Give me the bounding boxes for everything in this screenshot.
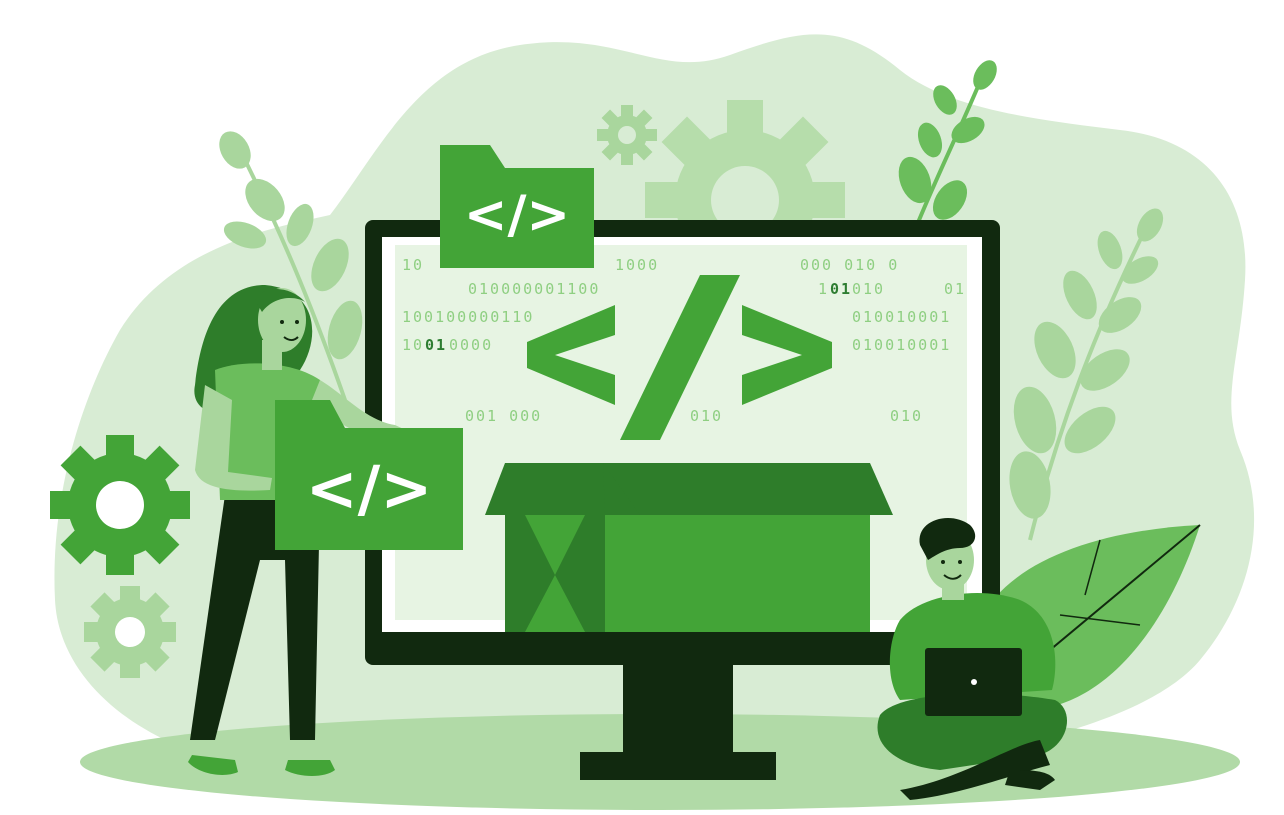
binary-line-highlight: 01 [830, 280, 852, 298]
binary-line: 010 [890, 407, 923, 425]
box-icon [485, 463, 893, 632]
binary-line: 1 [818, 280, 829, 298]
binary-line: 0000 [449, 336, 493, 354]
binary-line: 010000001100 [468, 280, 600, 298]
binary-line-highlight: 01 [425, 336, 447, 354]
binary-line: 010010001 [852, 308, 951, 326]
binary-line: 100100000110 [402, 308, 534, 326]
binary-line: 010 [852, 280, 885, 298]
folder-code-symbol: </> [464, 185, 570, 245]
binary-line: 010010001 [852, 336, 951, 354]
binary-line: 10 [402, 336, 424, 354]
monitor-stand [623, 665, 733, 755]
binary-line: 01 [944, 280, 966, 298]
gear-icon [84, 586, 176, 678]
gear-icon [50, 435, 190, 575]
monitor-base [580, 752, 776, 780]
developer-illustration: 10 1000 000 010 0 010000001100 1 01 010 … [50, 34, 1255, 810]
binary-line: 001 000 [465, 407, 542, 425]
binary-line: 1000 [615, 256, 659, 274]
gear-icon [597, 105, 657, 165]
binary-line: 000 010 0 [800, 256, 899, 274]
laptop-icon [925, 648, 1022, 716]
binary-line: 10 [402, 256, 424, 274]
folder-code-symbol: </> [306, 452, 433, 525]
binary-line: 010 [690, 407, 723, 425]
